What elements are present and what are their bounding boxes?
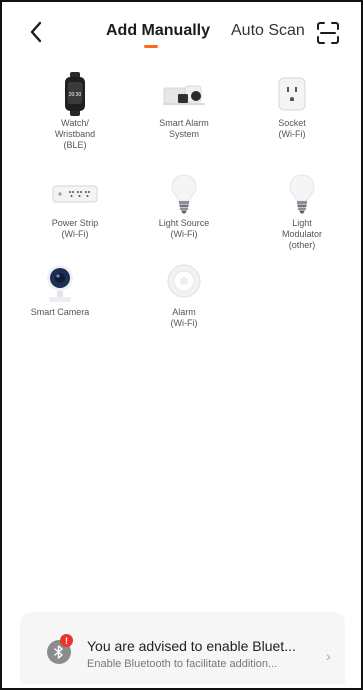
bluetooth-icon: [54, 645, 63, 659]
device-alarm[interactable]: Alarm (Wi-Fi): [134, 261, 234, 329]
back-button[interactable]: [24, 18, 48, 46]
device-label: Smart Alarm System: [159, 118, 209, 139]
device-label: Smart Camera: [30, 307, 90, 317]
scan-button[interactable]: [315, 20, 341, 46]
device-label: Alarm (Wi-Fi): [170, 307, 198, 328]
power-strip-icon: [52, 185, 98, 203]
chevron-right-icon: ›: [326, 648, 331, 664]
device-label: Power Strip (Wi-Fi): [51, 218, 99, 239]
banner-subtitle: Enable Bluetooth to facilitate addition.…: [87, 658, 278, 670]
socket-icon: [278, 77, 306, 111]
device-power-strip[interactable]: Power Strip (Wi-Fi): [25, 172, 125, 240]
device-socket[interactable]: Socket (Wi-Fi): [242, 72, 342, 140]
device-smart-camera[interactable]: Smart Camera: [10, 261, 110, 318]
device-label: Socket (Wi-Fi): [278, 118, 306, 139]
app-screen: Add Manually Auto Scan 20:30 Watch/Wrist…: [0, 0, 363, 690]
tab-add-manually[interactable]: Add Manually: [106, 22, 210, 40]
camera-icon: [47, 265, 73, 302]
tab-auto-scan[interactable]: Auto Scan: [231, 22, 305, 40]
header: Add Manually Auto Scan: [2, 2, 361, 64]
banner-title: You are advised to enable Bluet...: [87, 638, 296, 654]
device-label: Light Source (Wi-Fi): [158, 218, 210, 239]
bluetooth-banner[interactable]: ! You are advised to enable Bluet... Ena…: [20, 612, 345, 684]
device-light-modulator[interactable]: Light Modulator (other): [252, 172, 352, 251]
scan-frame-icon: [317, 22, 339, 44]
device-watch-wristband[interactable]: 20:30 Watch/Wristband (BLE): [25, 72, 125, 151]
alarm-system-icon: [163, 85, 205, 105]
light-bulb-icon: [289, 174, 315, 214]
device-label: Watch/Wristband (BLE): [54, 118, 96, 150]
device-light-source[interactable]: Light Source (Wi-Fi): [134, 172, 234, 240]
alert-badge: !: [60, 634, 73, 647]
light-bulb-icon: [171, 174, 197, 214]
alarm-sensor-icon: [167, 264, 201, 298]
active-tab-indicator: [144, 45, 158, 48]
device-smart-alarm-system[interactable]: Smart Alarm System: [134, 72, 234, 140]
chevron-left-icon: [30, 21, 42, 43]
svg-text:20:30: 20:30: [69, 92, 82, 98]
device-label: Light Modulator (other): [281, 218, 323, 250]
smartwatch-icon: 20:30: [65, 72, 85, 116]
